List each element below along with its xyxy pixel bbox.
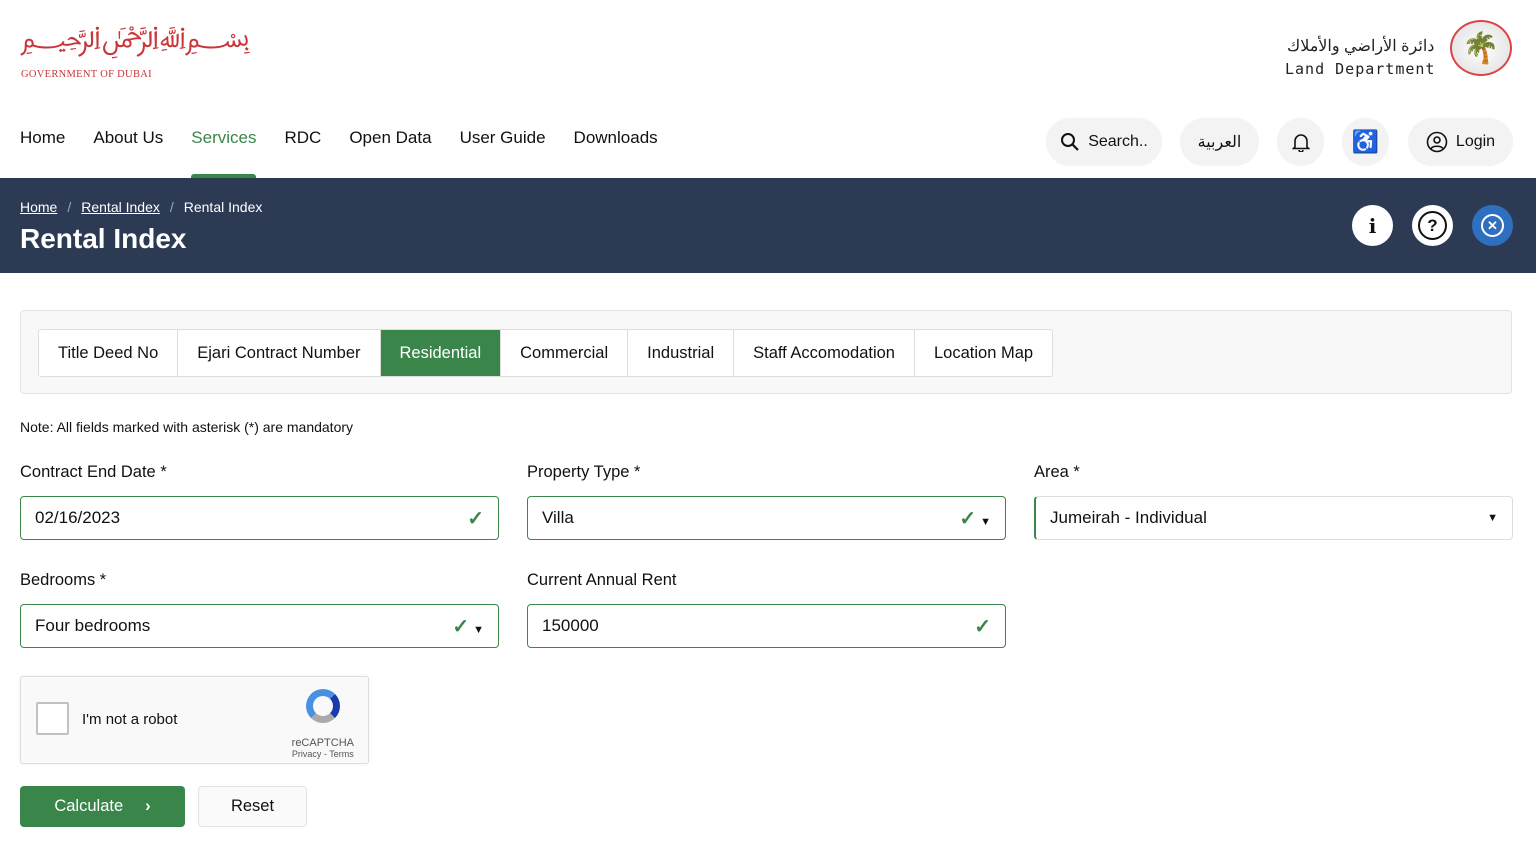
- recaptcha-label: I'm not a robot: [82, 711, 178, 728]
- notifications-button[interactable]: [1277, 118, 1324, 166]
- chevron-down-icon: ▼: [980, 515, 991, 528]
- reset-button[interactable]: Reset: [198, 786, 307, 827]
- breadcrumb-separator: /: [169, 199, 174, 215]
- tab-staff-accomodation[interactable]: Staff Accomodation: [734, 330, 915, 376]
- area-select[interactable]: Jumeirah - Individual ▼: [1034, 496, 1513, 540]
- help-button[interactable]: ?: [1412, 205, 1453, 246]
- area-label: Area *: [1034, 463, 1080, 481]
- property-type-label: Property Type *: [527, 463, 641, 481]
- check-icon: ✓: [959, 507, 977, 530]
- check-icon: ✓: [974, 615, 991, 638]
- chevron-down-icon: ▼: [1487, 512, 1498, 524]
- property-type-value: Villa: [542, 508, 574, 527]
- calculate-button[interactable]: Calculate ›: [20, 786, 185, 827]
- page-title: Rental Index: [20, 223, 187, 254]
- recaptcha-widget: I'm not a robot reCAPTCHA Privacy - Terms: [20, 676, 369, 764]
- tab-ejari-contract-number[interactable]: Ejari Contract Number: [178, 330, 381, 376]
- user-circle-icon: [1426, 131, 1448, 153]
- land-department-logo[interactable]: دائرة الأراضي والأملاك Land Department 🌴: [1285, 20, 1515, 80]
- contract-end-date-input[interactable]: 02/16/2023 ✓: [20, 496, 499, 540]
- login-button[interactable]: Login: [1408, 118, 1513, 166]
- search-button[interactable]: Search..: [1046, 118, 1162, 166]
- gov-logo-text: GOVERNMENT OF DUBAI: [21, 69, 152, 80]
- recaptcha-logo-icon: [306, 689, 340, 723]
- check-icon: ✓: [467, 507, 484, 530]
- tab-residential[interactable]: Residential: [380, 330, 502, 376]
- accessibility-icon: ♿: [1351, 129, 1380, 154]
- annual-rent-label: Current Annual Rent: [527, 571, 677, 589]
- bedrooms-label: Bedrooms *: [20, 571, 107, 589]
- nav-about-us[interactable]: About Us: [93, 128, 163, 178]
- contract-end-date-label: Contract End Date *: [20, 463, 167, 481]
- recaptcha-checkbox[interactable]: [36, 702, 69, 735]
- recaptcha-links[interactable]: Privacy - Terms: [292, 749, 354, 759]
- arabic-label: العربية: [1197, 134, 1242, 151]
- annual-rent-input[interactable]: 150000 ✓: [527, 604, 1006, 648]
- bell-icon: [1291, 134, 1310, 152]
- chevron-right-icon: ›: [145, 797, 151, 815]
- breadcrumb-rental-index[interactable]: Rental Index: [81, 199, 160, 215]
- page-header: Home / Rental Index / Rental Index Renta…: [0, 178, 1536, 273]
- accessibility-button[interactable]: ♿: [1342, 118, 1389, 166]
- property-type-select[interactable]: Villa ✓ ▼: [527, 496, 1006, 540]
- nav-downloads[interactable]: Downloads: [574, 128, 658, 178]
- nav-rdc[interactable]: RDC: [284, 128, 321, 178]
- search-type-tabs-container: Title Deed No Ejari Contract Number Resi…: [20, 310, 1512, 394]
- search-icon: [1061, 133, 1079, 151]
- tab-industrial[interactable]: Industrial: [628, 330, 735, 376]
- search-type-tabs: Title Deed No Ejari Contract Number Resi…: [38, 329, 1054, 377]
- breadcrumb-home[interactable]: Home: [20, 199, 57, 215]
- close-icon: ✕: [1481, 214, 1504, 237]
- bedrooms-select[interactable]: Four bedrooms ✓ ▼: [20, 604, 499, 648]
- info-button[interactable]: i: [1352, 205, 1393, 246]
- nav-services[interactable]: Services: [191, 128, 257, 178]
- close-button[interactable]: ✕: [1472, 205, 1513, 246]
- nav-open-data[interactable]: Open Data: [349, 128, 431, 178]
- annual-rent-value: 150000: [542, 616, 599, 635]
- recaptcha-brand: reCAPTCHA: [291, 737, 354, 749]
- area-value: Jumeirah - Individual: [1050, 508, 1207, 527]
- breadcrumb-separator: /: [67, 199, 72, 215]
- arabic-language-button[interactable]: العربية: [1180, 118, 1259, 166]
- breadcrumb: Home / Rental Index / Rental Index: [20, 199, 262, 215]
- ld-logo-arabic: دائرة الأراضي والأملاك: [1287, 38, 1435, 55]
- login-label: Login: [1455, 133, 1496, 150]
- mandatory-note: Note: All fields marked with asterisk (*…: [20, 419, 354, 435]
- tab-title-deed-no[interactable]: Title Deed No: [39, 330, 179, 376]
- question-icon: ?: [1418, 211, 1447, 240]
- search-label: Search..: [1088, 133, 1148, 150]
- nav-user-guide[interactable]: User Guide: [460, 128, 546, 178]
- breadcrumb-current: Rental Index: [183, 199, 263, 215]
- info-icon: i: [1368, 213, 1377, 238]
- chevron-down-icon: ▼: [473, 623, 484, 636]
- bedrooms-value: Four bedrooms: [35, 616, 151, 635]
- reset-label: Reset: [230, 797, 275, 815]
- tab-commercial[interactable]: Commercial: [501, 330, 629, 376]
- contract-end-date-value: 02/16/2023: [35, 508, 121, 527]
- palm-tree-icon: 🌴: [1450, 20, 1512, 76]
- government-of-dubai-logo[interactable]: ﷽ GOVERNMENT OF DUBAI: [20, 16, 251, 82]
- check-icon: ✓: [452, 615, 470, 638]
- nav-home[interactable]: Home: [20, 128, 65, 178]
- main-nav: Home About Us Services RDC Open Data Use…: [20, 128, 658, 178]
- tab-location-map[interactable]: Location Map: [915, 330, 1052, 376]
- ld-logo-english: Land Department: [1285, 60, 1436, 78]
- gov-logo-arabic: ﷽: [20, 20, 251, 55]
- calculate-label: Calculate: [54, 797, 124, 815]
